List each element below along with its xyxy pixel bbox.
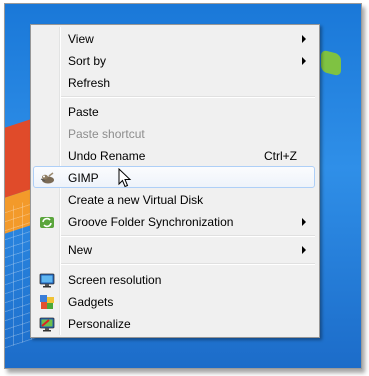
menu-separator bbox=[61, 235, 315, 237]
menu-item-gadgets[interactable]: Gadgets bbox=[33, 290, 315, 312]
desktop-context-menu: View Sort by Refresh Paste Paste shortcu… bbox=[30, 24, 320, 338]
menu-item-label: Undo Rename bbox=[68, 149, 146, 163]
menu-item-label: Screen resolution bbox=[68, 273, 162, 287]
personalize-icon bbox=[39, 316, 55, 332]
menu-separator bbox=[61, 263, 315, 265]
menu-item-label: Paste shortcut bbox=[68, 127, 145, 141]
submenu-arrow-icon bbox=[302, 246, 306, 254]
menu-item-label: Create a new Virtual Disk bbox=[68, 193, 204, 207]
menu-item-personalize[interactable]: Personalize bbox=[33, 312, 315, 334]
submenu-arrow-icon bbox=[302, 218, 306, 226]
menu-item-label: GIMP bbox=[68, 171, 99, 185]
submenu-arrow-icon bbox=[302, 35, 306, 43]
wallpaper-green-shape bbox=[321, 49, 341, 77]
menu-item-label: Personalize bbox=[68, 317, 131, 331]
menu-item-label: View bbox=[68, 32, 94, 46]
menu-item-label: Paste bbox=[68, 105, 99, 119]
menu-item-groove-sync[interactable]: Groove Folder Synchronization bbox=[33, 210, 315, 232]
groove-sync-icon bbox=[39, 214, 55, 230]
submenu-arrow-icon bbox=[302, 57, 306, 65]
menu-item-new[interactable]: New bbox=[33, 238, 315, 260]
gimp-icon bbox=[39, 170, 55, 186]
menu-item-paste[interactable]: Paste bbox=[33, 100, 315, 122]
monitor-icon bbox=[39, 272, 55, 288]
menu-item-refresh[interactable]: Refresh bbox=[33, 71, 315, 93]
menu-item-label: Gadgets bbox=[68, 295, 114, 309]
menu-item-label: New bbox=[68, 243, 93, 257]
menu-item-label: Groove Folder Synchronization bbox=[68, 215, 234, 229]
menu-item-label: Sort by bbox=[68, 54, 107, 68]
menu-item-gimp[interactable]: GIMP bbox=[33, 166, 315, 188]
mouse-pointer-icon bbox=[118, 168, 132, 188]
menu-separator bbox=[61, 96, 315, 98]
menu-item-shortcut: Ctrl+Z bbox=[264, 149, 297, 163]
menu-item-create-virtual-disk[interactable]: Create a new Virtual Disk bbox=[33, 188, 315, 210]
menu-item-sort-by[interactable]: Sort by bbox=[33, 49, 315, 71]
gadgets-icon bbox=[39, 294, 55, 310]
menu-item-label: Refresh bbox=[68, 76, 111, 90]
menu-item-undo-rename[interactable]: Undo Rename Ctrl+Z bbox=[33, 144, 315, 166]
menu-item-view[interactable]: View bbox=[33, 27, 315, 49]
menu-item-screen-resolution[interactable]: Screen resolution bbox=[33, 268, 315, 290]
menu-item-paste-shortcut: Paste shortcut bbox=[33, 122, 315, 144]
